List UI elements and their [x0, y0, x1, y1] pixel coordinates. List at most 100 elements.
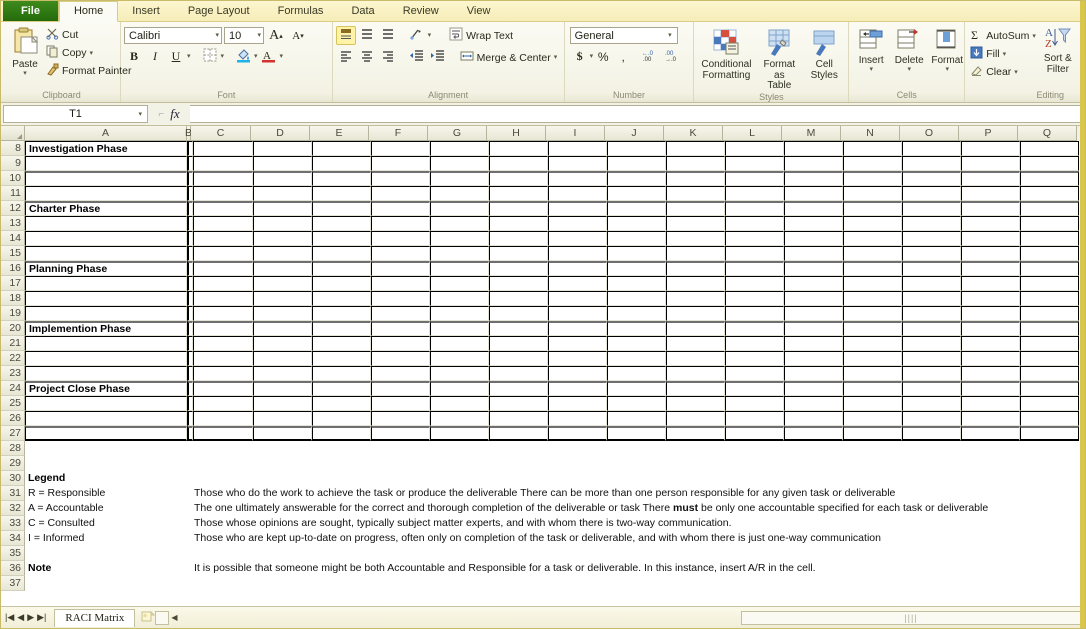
cell-M17[interactable]: [784, 276, 843, 291]
column-header-j[interactable]: J: [605, 126, 664, 141]
cell-G14[interactable]: [430, 231, 489, 246]
cell-D11[interactable]: [253, 186, 312, 201]
row-header-12[interactable]: 12: [1, 201, 25, 216]
cell-Q23[interactable]: [1020, 366, 1079, 381]
row-header-37[interactable]: 37: [1, 576, 25, 591]
underline-chevron-down-icon[interactable]: ▾: [187, 53, 191, 60]
cell-I10[interactable]: [548, 171, 607, 186]
cell-N13[interactable]: [843, 216, 902, 231]
cell-L14[interactable]: [725, 231, 784, 246]
cell-F22[interactable]: [371, 351, 430, 366]
cell-I8[interactable]: [548, 141, 607, 156]
cell-P14[interactable]: [961, 231, 1020, 246]
cell-N16[interactable]: [843, 261, 902, 276]
cell-I13[interactable]: [548, 216, 607, 231]
cell-I21[interactable]: [548, 336, 607, 351]
cell-N11[interactable]: [843, 186, 902, 201]
cell-P22[interactable]: [961, 351, 1020, 366]
cell-G28[interactable]: [428, 441, 487, 456]
cell-I29[interactable]: [546, 456, 605, 471]
cell-O37[interactable]: [900, 576, 959, 591]
cell-O36[interactable]: [900, 561, 959, 576]
cell-D20[interactable]: [253, 321, 312, 336]
cell-C15[interactable]: [193, 246, 253, 261]
cell-G35[interactable]: [428, 546, 487, 561]
cell-L18[interactable]: [725, 291, 784, 306]
cell-F21[interactable]: [371, 336, 430, 351]
cell-G20[interactable]: [430, 321, 489, 336]
cancel-icon[interactable]: ⌐: [158, 109, 164, 120]
cell-N17[interactable]: [843, 276, 902, 291]
tab-page-layout[interactable]: Page Layout: [174, 1, 264, 21]
cell-Q16[interactable]: [1020, 261, 1079, 276]
cell-P34[interactable]: [959, 531, 1018, 546]
delete-cells-button[interactable]: Delete ▾: [890, 26, 928, 73]
cell-L20[interactable]: [725, 321, 784, 336]
cell-L16[interactable]: [725, 261, 784, 276]
format-cells-button[interactable]: Format ▾: [928, 26, 966, 73]
cell-L24[interactable]: [725, 381, 784, 396]
cell-H23[interactable]: [489, 366, 548, 381]
cell-H37[interactable]: [487, 576, 546, 591]
select-all-corner[interactable]: [1, 126, 25, 141]
cell-P10[interactable]: [961, 171, 1020, 186]
cell-M28[interactable]: [782, 441, 841, 456]
cell-N15[interactable]: [843, 246, 902, 261]
cell-A16[interactable]: Planning Phase: [25, 261, 187, 276]
sheet-tab-raci-matrix[interactable]: RACI Matrix: [54, 609, 136, 627]
cell-Q19[interactable]: [1020, 306, 1079, 321]
cell-N8[interactable]: [843, 141, 902, 156]
cell-I12[interactable]: [548, 201, 607, 216]
cell-C34[interactable]: Those who are kept up-to-date on progres…: [191, 531, 881, 546]
cell-K24[interactable]: [666, 381, 725, 396]
cell-J16[interactable]: [607, 261, 666, 276]
cell-D15[interactable]: [253, 246, 312, 261]
cell-D8[interactable]: [253, 141, 312, 156]
cell-L35[interactable]: [723, 546, 782, 561]
cell-H14[interactable]: [489, 231, 548, 246]
grow-font-button[interactable]: A ▴: [266, 26, 286, 45]
cell-C30[interactable]: [191, 471, 251, 486]
cell-H16[interactable]: [489, 261, 548, 276]
cell-F11[interactable]: [371, 186, 430, 201]
cell-J23[interactable]: [607, 366, 666, 381]
tab-file[interactable]: File: [3, 1, 59, 21]
cell-H24[interactable]: [489, 381, 548, 396]
cell-J14[interactable]: [607, 231, 666, 246]
cell-P21[interactable]: [961, 336, 1020, 351]
cell-C23[interactable]: [193, 366, 253, 381]
cell-G8[interactable]: [430, 141, 489, 156]
cell-A12[interactable]: Charter Phase: [25, 201, 187, 216]
row-header-27[interactable]: 27: [1, 426, 25, 441]
cell-J24[interactable]: [607, 381, 666, 396]
cell-J9[interactable]: [607, 156, 666, 171]
fill-button[interactable]: Fill ▾: [968, 45, 1040, 63]
cell-H28[interactable]: [487, 441, 546, 456]
cell-F15[interactable]: [371, 246, 430, 261]
decrease-indent-button[interactable]: [407, 48, 427, 67]
cell-L28[interactable]: [723, 441, 782, 456]
cell-A36[interactable]: Note: [25, 561, 187, 576]
cell-J27[interactable]: [607, 426, 666, 441]
last-sheet-icon[interactable]: ▶|: [37, 612, 46, 623]
cell-F27[interactable]: [371, 426, 430, 441]
cell-M12[interactable]: [784, 201, 843, 216]
cell-O29[interactable]: [900, 456, 959, 471]
cell-A18[interactable]: [25, 291, 187, 306]
row-header-34[interactable]: 34: [1, 531, 25, 546]
cell-O8[interactable]: [902, 141, 961, 156]
cell-G9[interactable]: [430, 156, 489, 171]
cell-K10[interactable]: [666, 171, 725, 186]
cell-P28[interactable]: [959, 441, 1018, 456]
cell-G13[interactable]: [430, 216, 489, 231]
cell-Q13[interactable]: [1020, 216, 1079, 231]
cell-N25[interactable]: [843, 396, 902, 411]
cell-I16[interactable]: [548, 261, 607, 276]
cell-C31[interactable]: Those who do the work to achieve the tas…: [191, 486, 895, 501]
cell-L30[interactable]: [723, 471, 782, 486]
cell-O9[interactable]: [902, 156, 961, 171]
cell-O17[interactable]: [902, 276, 961, 291]
cell-N27[interactable]: [843, 426, 902, 441]
format-as-table-button[interactable]: Format as Table: [757, 26, 801, 91]
cell-P19[interactable]: [961, 306, 1020, 321]
